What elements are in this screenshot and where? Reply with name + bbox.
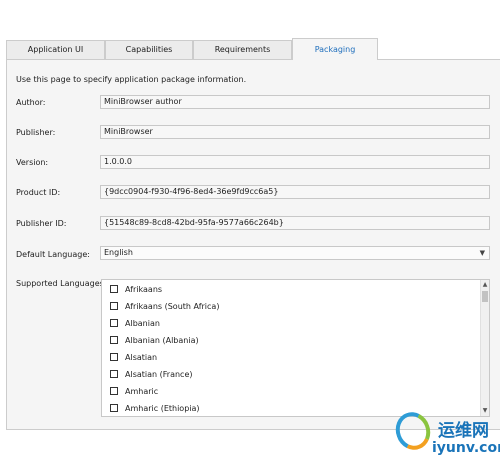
checkbox[interactable]	[110, 387, 118, 395]
tab-strip: Application UI Capabilities Requirements…	[0, 0, 500, 60]
author-field[interactable]: MiniBrowser author	[100, 95, 490, 109]
author-label: Author:	[16, 98, 46, 107]
list-item-label: Afrikaans (South Africa)	[125, 302, 220, 311]
checkbox[interactable]	[110, 285, 118, 293]
checkbox[interactable]	[110, 353, 118, 361]
tab-packaging[interactable]: Packaging	[292, 38, 378, 60]
list-item-label: Alsatian (France)	[125, 370, 193, 379]
checkbox[interactable]	[110, 370, 118, 378]
product-id-field[interactable]: {9dcc0904-f930-4f96-8ed4-36e9fd9cc6a5}	[100, 185, 490, 199]
list-item-label: Alsatian	[125, 353, 158, 362]
intro-text: Use this page to specify application pac…	[16, 75, 247, 84]
default-language-label: Default Language:	[16, 250, 90, 259]
scroll-up-icon[interactable]: ▲	[481, 280, 489, 290]
list-item-label: Albanian	[125, 319, 160, 328]
chevron-down-icon: ▼	[479, 249, 485, 257]
scroll-down-icon[interactable]: ▼	[481, 406, 489, 416]
product-id-label: Product ID:	[16, 188, 61, 197]
version-field[interactable]: 1.0.0.0	[100, 155, 490, 169]
watermark-chinese-text: 运维网	[438, 421, 489, 441]
checkbox[interactable]	[110, 302, 118, 310]
tab-capabilities[interactable]: Capabilities	[105, 40, 193, 59]
publisher-field[interactable]: MiniBrowser	[100, 125, 490, 139]
tab-application-ui[interactable]: Application UI	[6, 40, 105, 59]
list-item-label: Amharic	[125, 387, 159, 396]
scrollbar-thumb[interactable]	[482, 291, 488, 302]
list-item-label: Albanian (Albania)	[125, 336, 199, 345]
tab-requirements[interactable]: Requirements	[193, 40, 292, 59]
publisher-label: Publisher:	[16, 128, 56, 137]
version-label: Version:	[16, 158, 49, 167]
supported-languages-list[interactable]: Afrikaans Afrikaans (South Africa) Alban…	[101, 279, 490, 417]
default-language-select[interactable]: English ▼	[100, 246, 490, 260]
scrollbar[interactable]: ▲ ▼	[480, 280, 489, 416]
checkbox[interactable]	[110, 404, 118, 412]
list-item-label: Amharic (Ethiopia)	[125, 404, 200, 413]
list-item-label: Afrikaans	[125, 285, 163, 294]
watermark-url: iyunv.com	[432, 440, 500, 456]
supported-languages-label: Supported Languages:	[16, 279, 107, 288]
publisher-id-label: Publisher ID:	[16, 219, 67, 228]
default-language-value: English	[104, 248, 133, 257]
checkbox[interactable]	[110, 336, 118, 344]
publisher-id-field[interactable]: {51548c89-8cd8-42bd-95fa-9577a66c264b}	[100, 216, 490, 230]
checkbox[interactable]	[110, 319, 118, 327]
